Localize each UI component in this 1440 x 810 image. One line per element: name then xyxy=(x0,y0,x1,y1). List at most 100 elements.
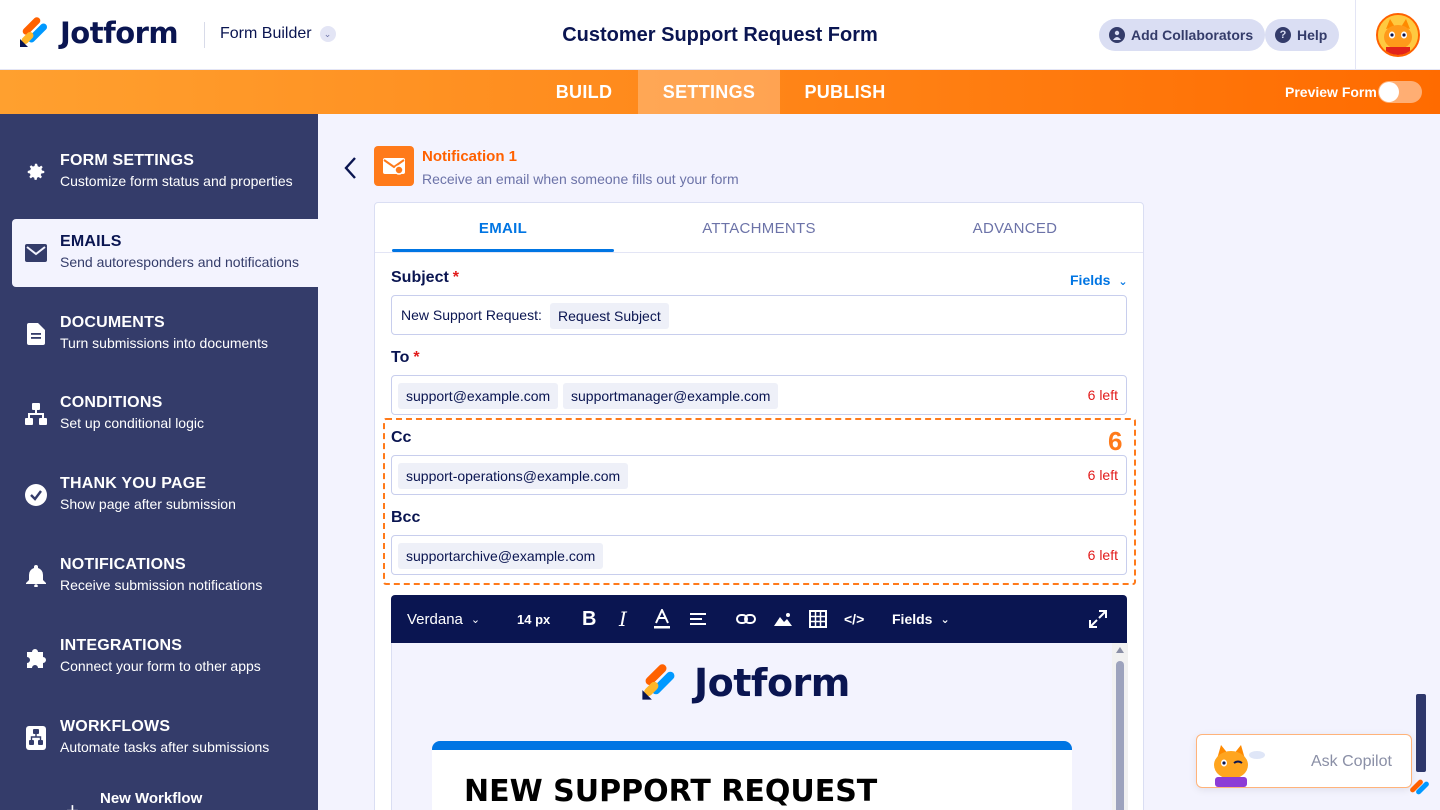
chevron-down-icon: ⌄ xyxy=(319,26,336,42)
expand-icon[interactable] xyxy=(1089,595,1107,643)
sidebar-item-documents[interactable]: DOCUMENTS Turn submissions into document… xyxy=(12,300,318,368)
image-icon[interactable] xyxy=(773,595,793,643)
tab-settings[interactable]: SETTINGS xyxy=(638,70,780,114)
rich-text-toolbar: Verdana ⌄ 14 px B I </> Fields ⌄ xyxy=(391,595,1127,643)
user-avatar[interactable] xyxy=(1376,13,1420,57)
add-collaborators-label: Add Collaborators xyxy=(1131,27,1254,43)
email-content-card: NEW SUPPORT REQUEST xyxy=(432,741,1072,810)
sidebar-item-workflows[interactable]: WORKFLOWS Automate tasks after submissio… xyxy=(12,704,318,772)
sidebar-item-desc: Set up conditional logic xyxy=(60,415,204,431)
sidebar-item-form-settings[interactable]: FORM SETTINGS Customize form status and … xyxy=(12,138,318,206)
notification-subtitle: Receive an email when someone fills out … xyxy=(422,171,739,187)
table-icon[interactable] xyxy=(809,595,827,643)
header-divider xyxy=(204,22,205,48)
notification-email-icon xyxy=(374,146,414,186)
bell-icon xyxy=(24,564,48,588)
ask-copilot-label: Ask Copilot xyxy=(1311,753,1392,770)
chevron-down-icon: ⌄ xyxy=(470,613,481,626)
align-icon[interactable] xyxy=(689,595,707,643)
ask-copilot-button[interactable]: Ask Copilot xyxy=(1196,734,1412,788)
form-title[interactable]: Customer Support Request Form xyxy=(470,24,970,47)
sidebar-item-emails[interactable]: EMAILS Send autoresponders and notificat… xyxy=(12,219,318,287)
chevron-down-icon: ⌄ xyxy=(1118,276,1128,288)
email-chip[interactable]: supportmanager@example.com xyxy=(563,383,779,409)
top-header: Jotform Form Builder ⌄ Customer Support … xyxy=(0,0,1440,70)
jotform-logo[interactable]: Jotform xyxy=(18,16,179,50)
sidebar-item-desc: Send autoresponders and notifications xyxy=(60,254,299,270)
logo-text: Jotform xyxy=(60,16,179,50)
required-asterisk: * xyxy=(452,269,460,286)
tab-build[interactable]: BUILD xyxy=(530,70,638,114)
subject-label-text: Subject xyxy=(391,269,449,286)
notification-title: Notification 1 xyxy=(422,148,518,165)
sidebar-item-integrations[interactable]: INTEGRATIONS Connect your form to other … xyxy=(12,623,318,691)
sidebar-item-title: INTEGRATIONS xyxy=(60,637,183,654)
to-email-input[interactable]: support@example.com supportmanager@examp… xyxy=(391,375,1127,415)
scroll-up-arrow-icon[interactable] xyxy=(1116,647,1124,653)
jotform-logo-icon xyxy=(20,17,48,47)
email-preview-editor[interactable]: Jotform NEW SUPPORT REQUEST xyxy=(391,643,1128,810)
sidebar-item-title: FORM SETTINGS xyxy=(60,152,195,169)
email-chip[interactable]: support-operations@example.com xyxy=(398,463,629,489)
help-label: Help xyxy=(1297,27,1328,43)
checkmark-icon xyxy=(24,483,48,507)
preview-form-toggle[interactable] xyxy=(1378,81,1422,103)
settings-sidebar: FORM SETTINGS Customize form status and … xyxy=(0,114,318,810)
new-workflow-link[interactable]: New Workflow xyxy=(100,790,202,807)
sidebar-item-desc: Turn submissions into documents xyxy=(60,335,269,351)
sidebar-item-conditions[interactable]: CONDITIONS Set up conditional logic xyxy=(12,380,318,448)
tab-email[interactable]: EMAIL xyxy=(392,203,614,253)
tab-attachments[interactable]: ATTACHMENTS xyxy=(648,203,870,253)
cat-avatar-icon xyxy=(1378,15,1418,55)
italic-icon[interactable]: I xyxy=(619,595,627,643)
subject-field-tag[interactable]: Request Subject xyxy=(550,303,669,329)
email-heading: NEW SUPPORT REQUEST xyxy=(464,774,878,809)
help-button[interactable]: ? Help xyxy=(1265,19,1340,51)
font-size-dropdown[interactable]: 14 px xyxy=(517,595,550,643)
annotation-marker: 6 xyxy=(1108,426,1123,456)
bcc-email-input[interactable]: supportarchive@example.com 6 left xyxy=(391,535,1127,575)
cc-email-input[interactable]: support-operations@example.com 6 left xyxy=(391,455,1127,495)
tab-advanced[interactable]: ADVANCED xyxy=(904,203,1126,253)
back-button[interactable] xyxy=(338,154,362,182)
sidebar-item-title: EMAILS xyxy=(60,233,122,250)
sidebar-item-thank-you-page[interactable]: THANK YOU PAGE Show page after submissio… xyxy=(12,461,318,529)
remaining-count: 6 left xyxy=(1087,387,1118,403)
add-collaborators-button[interactable]: Add Collaborators xyxy=(1099,19,1266,51)
conditions-icon xyxy=(24,402,48,426)
font-family-label: Verdana xyxy=(407,610,463,628)
bold-icon[interactable]: B xyxy=(582,595,596,643)
avatar-divider xyxy=(1355,0,1356,70)
copilot-cat-icon xyxy=(1214,745,1265,787)
remaining-count: 6 left xyxy=(1087,467,1118,483)
jotform-vertical-brand xyxy=(1410,690,1440,800)
plus-icon: + xyxy=(66,798,79,810)
fields-insert-dropdown[interactable]: Fields ⌄ xyxy=(892,595,950,643)
link-icon[interactable] xyxy=(736,595,756,643)
email-chip[interactable]: supportarchive@example.com xyxy=(398,543,604,569)
sidebar-item-title: DOCUMENTS xyxy=(60,314,165,331)
scroll-thumb[interactable] xyxy=(1116,661,1124,810)
chevron-left-icon xyxy=(344,157,356,179)
sidebar-item-title: THANK YOU PAGE xyxy=(60,475,207,492)
sidebar-item-desc: Show page after submission xyxy=(60,496,236,512)
font-family-dropdown[interactable]: Verdana ⌄ xyxy=(407,595,480,643)
builder-nav: BUILD SETTINGS PUBLISH Preview Form xyxy=(0,70,1440,114)
form-builder-dropdown[interactable]: Form Builder ⌄ xyxy=(220,25,336,43)
jotform-brand-icon xyxy=(1410,694,1429,795)
text-color-icon[interactable] xyxy=(653,595,671,643)
code-view-icon[interactable]: </> xyxy=(844,595,864,643)
sidebar-item-notifications[interactable]: NOTIFICATIONS Receive submission notific… xyxy=(12,542,318,610)
puzzle-icon xyxy=(24,645,48,669)
editor-scrollbar[interactable] xyxy=(1112,643,1128,810)
email-chip[interactable]: support@example.com xyxy=(398,383,559,409)
question-icon: ? xyxy=(1275,27,1291,43)
sidebar-item-desc: Receive submission notifications xyxy=(60,577,263,593)
sidebar-item-title: CONDITIONS xyxy=(60,394,163,411)
workflow-icon xyxy=(24,726,48,750)
jotform-logo-icon xyxy=(642,664,675,700)
bcc-label: Bcc xyxy=(391,509,421,526)
subject-input[interactable]: New Support Request: Request Subject xyxy=(391,295,1127,335)
fields-dropdown-button[interactable]: Fields ⌄ xyxy=(1070,272,1128,288)
tab-publish[interactable]: PUBLISH xyxy=(780,70,910,114)
